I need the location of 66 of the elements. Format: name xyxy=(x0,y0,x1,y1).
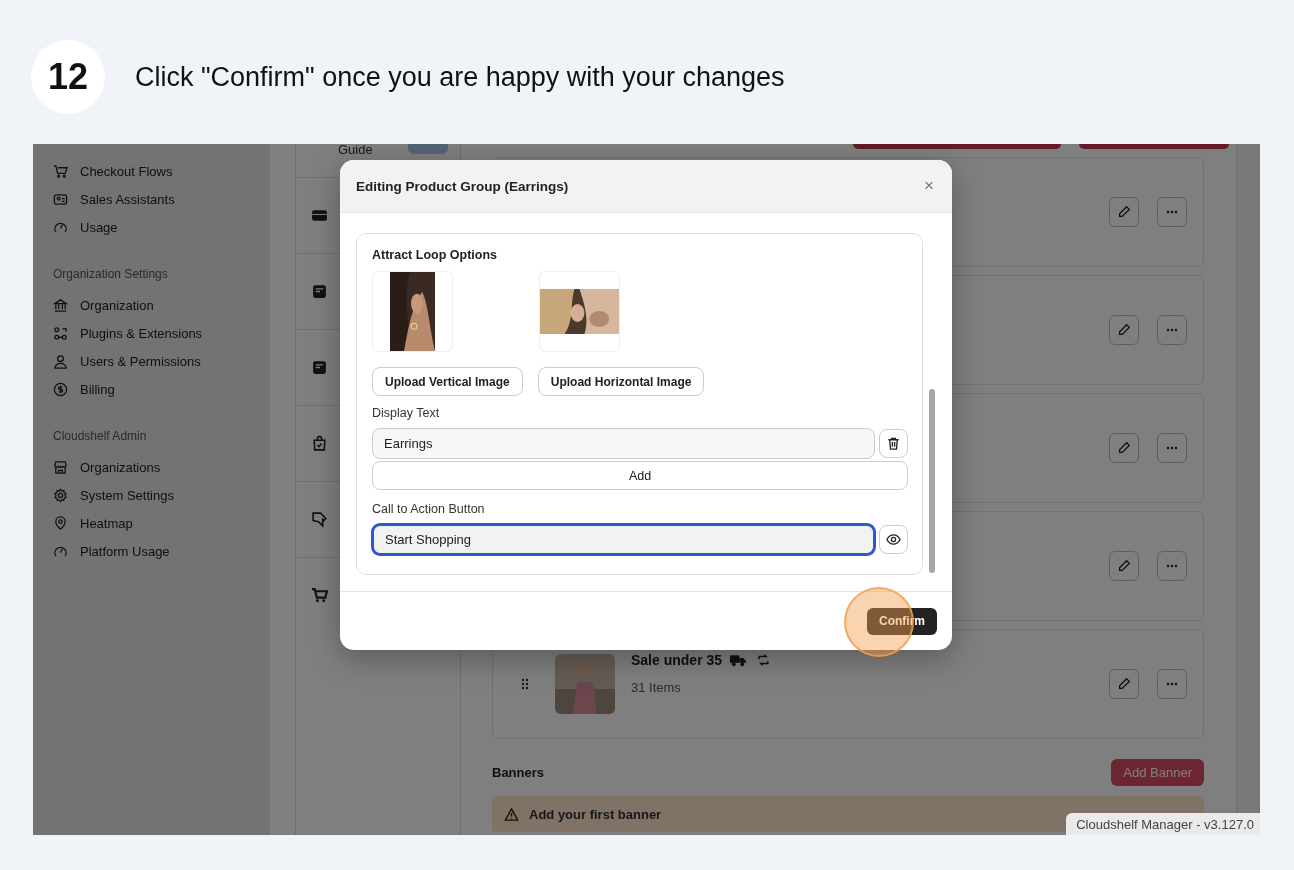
trash-icon xyxy=(886,436,901,451)
edit-button[interactable] xyxy=(1109,551,1139,581)
step-number: 12 xyxy=(31,40,105,114)
edit-button[interactable] xyxy=(1109,197,1139,227)
sidebar-item[interactable]: Usage xyxy=(53,213,270,241)
edit-button[interactable] xyxy=(1109,315,1139,345)
bank-icon xyxy=(53,297,68,313)
version-label: Cloudshelf Manager - v3.127.0 xyxy=(1066,813,1260,835)
pencil-icon xyxy=(1117,677,1131,691)
upload-button[interactable]: Upload Horizontal Image xyxy=(537,367,705,396)
edit-button[interactable] xyxy=(1109,669,1139,699)
sidebar-item[interactable]: Heatmap xyxy=(53,509,270,537)
field-label: Display Text xyxy=(372,406,441,420)
truck-icon xyxy=(730,652,748,667)
pencil-icon xyxy=(1117,323,1131,337)
pencil-icon xyxy=(1117,441,1131,455)
eye-icon xyxy=(886,532,901,547)
display-text-field[interactable]: Earrings xyxy=(372,428,875,459)
sidebar-item[interactable]: Billing xyxy=(53,375,270,403)
gear-icon xyxy=(53,487,68,503)
sidebar-item[interactable]: Checkout Flows xyxy=(53,157,270,185)
section-title: Attract Loop Options xyxy=(372,248,498,262)
close-button[interactable]: × xyxy=(924,176,934,196)
note-icon[interactable] xyxy=(311,283,328,300)
sidebar-item[interactable]: Platform Usage xyxy=(53,537,270,565)
nodes-icon xyxy=(53,325,68,341)
modal-title: Editing Product Group (Earrings) xyxy=(356,178,569,194)
section-title: Cloudshelf Admin xyxy=(53,428,148,445)
store-icon xyxy=(53,459,68,475)
sidebar-item[interactable]: Organizations xyxy=(53,453,270,481)
dollar-icon xyxy=(53,381,68,397)
delete-button[interactable] xyxy=(879,429,908,458)
add-button[interactable]: Add xyxy=(372,461,908,490)
panel-icon[interactable] xyxy=(311,207,328,224)
person-icon xyxy=(53,353,68,369)
sidebar-item[interactable]: Users & Permissions xyxy=(53,347,270,375)
id-card-icon xyxy=(53,191,68,207)
cart-icon[interactable] xyxy=(311,587,328,604)
sidebar-item[interactable]: Organization xyxy=(53,291,270,319)
pin-icon xyxy=(53,515,68,531)
bag-icon[interactable] xyxy=(311,435,328,452)
upload-button[interactable]: Upload Vertical Image xyxy=(372,367,523,396)
product-group-title: Sale under 35 xyxy=(631,651,723,668)
drag-handle-icon[interactable] xyxy=(521,678,529,690)
sidebar-item[interactable]: System Settings xyxy=(53,481,270,509)
note-icon[interactable] xyxy=(311,359,328,376)
banners-title: Banners xyxy=(492,765,545,780)
field-label: Call to Action Button xyxy=(372,502,486,516)
sidebar-item[interactable]: Sales Assistants xyxy=(53,185,270,213)
pencil-icon xyxy=(1117,559,1131,573)
status-badge xyxy=(408,144,448,154)
edit-button[interactable] xyxy=(1109,433,1139,463)
pencil-icon xyxy=(1117,205,1131,219)
cta-field[interactable]: Start Shopping xyxy=(372,524,875,555)
sidebar-item[interactable]: Plugins & Extensions xyxy=(53,319,270,347)
add-banner-button[interactable]: Add Banner xyxy=(1111,759,1204,786)
step-instruction: Click "Confirm" once you are happy with your changes xyxy=(135,62,785,93)
guide-label: Guide xyxy=(338,144,373,157)
scrollbar[interactable] xyxy=(929,389,935,573)
section-title: Organization Settings xyxy=(53,266,169,283)
tag-icon[interactable] xyxy=(311,511,328,528)
preview-button[interactable] xyxy=(879,525,908,554)
item-count: 31 Items xyxy=(631,679,682,695)
notice-text: Add your first banner xyxy=(529,806,662,822)
cart-icon xyxy=(53,163,68,179)
warning-icon xyxy=(504,806,519,822)
